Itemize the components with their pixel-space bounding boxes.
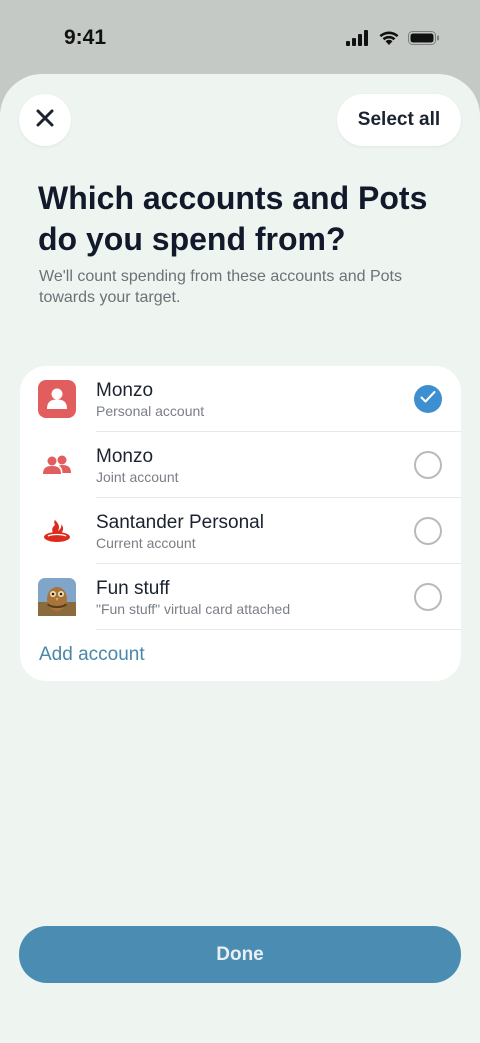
battery-icon [408,30,440,51]
divider [96,629,461,630]
select-all-button[interactable]: Select all [337,94,461,146]
people-icon [38,446,76,484]
close-icon [36,109,54,132]
account-row-fun-stuff[interactable]: Fun stuff "Fun stuff" virtual card attac… [20,564,461,630]
account-description: Joint account [96,469,179,485]
account-row-monzo-personal[interactable]: Monzo Personal account [20,366,461,432]
wifi-icon [378,30,400,51]
account-name: Monzo [96,446,154,467]
signal-icon [346,30,370,51]
page-subtitle: We'll count spending from these accounts… [39,268,402,306]
santander-flame-icon [38,512,76,550]
account-row-santander[interactable]: Santander Personal Current account [20,498,461,564]
account-description: Current account [96,535,196,551]
add-account-link[interactable]: Add account [39,644,145,666]
accounts-list: Monzo Personal account Monzo Joint accou… [20,366,461,681]
selection-checkbox[interactable] [414,583,442,611]
selection-checkbox[interactable] [414,517,442,545]
account-selection-sheet: Select all Which accounts and Pots do yo… [0,74,480,1043]
selection-checkbox[interactable] [414,451,442,479]
account-name: Monzo [96,380,154,401]
account-description: "Fun stuff" virtual card attached [96,601,291,617]
status-bar: 9:41 [0,0,480,76]
done-button[interactable]: Done [19,926,461,983]
checkmark-icon [420,390,436,409]
page-title: Which accounts and Pots do you spend fro… [38,180,428,257]
status-icons [346,30,440,51]
status-time: 9:41 [64,26,107,49]
pot-image-icon [38,578,76,616]
account-description: Personal account [96,403,205,419]
account-row-monzo-joint[interactable]: Monzo Joint account [20,432,461,498]
person-icon [38,380,76,418]
account-name: Fun stuff [96,578,170,599]
selection-checkbox-checked[interactable] [414,385,442,413]
close-button[interactable] [19,94,71,146]
account-name: Santander Personal [96,512,264,533]
